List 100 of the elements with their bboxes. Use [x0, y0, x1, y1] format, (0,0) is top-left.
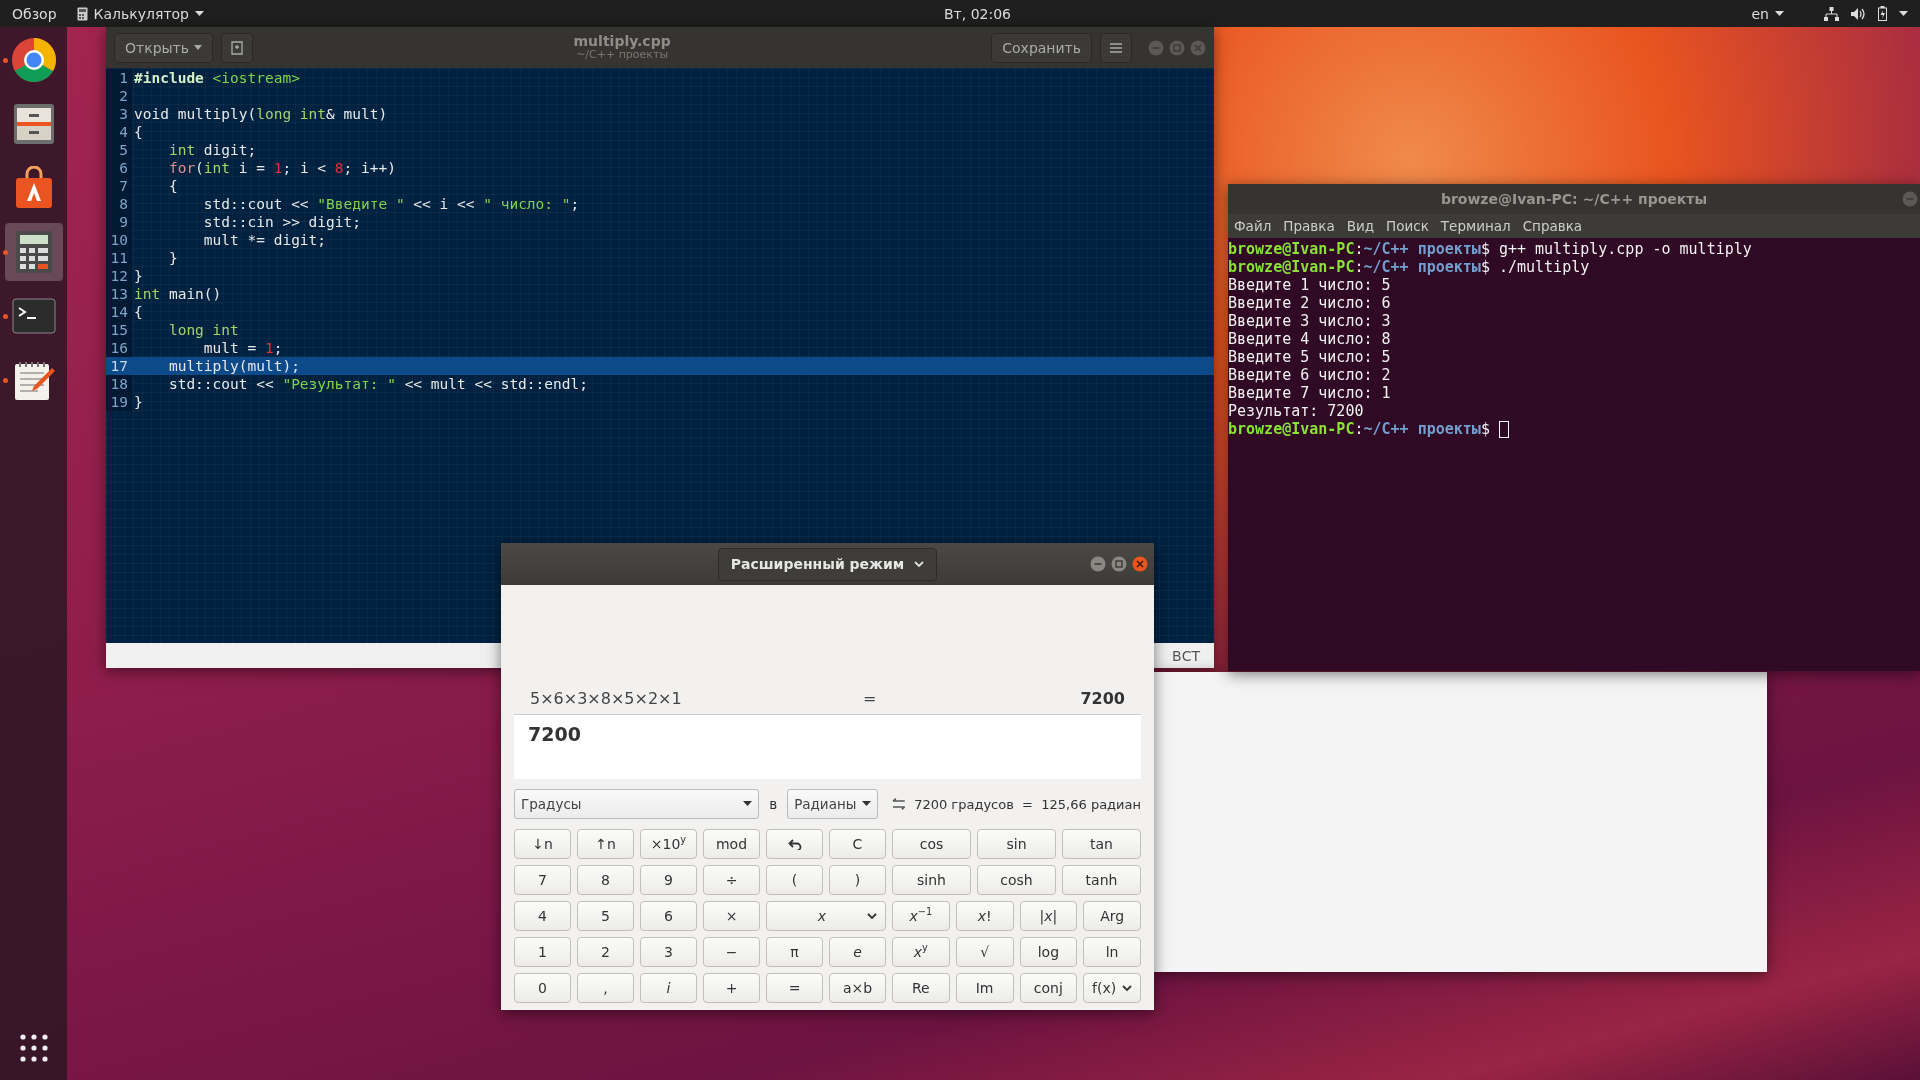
calc-key[interactable]: ÷: [703, 865, 760, 895]
menu-item[interactable]: Справка: [1522, 218, 1583, 234]
calc-key[interactable]: 8: [577, 865, 634, 895]
chevron-down-icon: [1122, 984, 1133, 992]
code-line: for(int i = 1; i < 8; i++): [167, 159, 396, 177]
dock-item[interactable]: [4, 223, 63, 281]
calc-key[interactable]: 6: [640, 901, 697, 931]
calc-key[interactable]: Im: [955, 973, 1014, 1003]
calc-key[interactable]: cos: [892, 829, 971, 859]
volume-icon[interactable]: [1851, 6, 1866, 21]
line-number: 11: [106, 249, 132, 267]
chevron-down-icon: [867, 912, 877, 920]
line-number: 14: [106, 303, 132, 321]
clock[interactable]: Вт, 02:06: [944, 5, 1011, 22]
equals-sign: =: [863, 688, 877, 708]
calc-key[interactable]: sinh: [892, 865, 971, 895]
calc-key[interactable]: ,: [577, 973, 634, 1003]
calc-key[interactable]: x$^{−1}$: [892, 901, 950, 931]
calc-key[interactable]: 2: [577, 937, 634, 967]
maximize-icon[interactable]: [1111, 556, 1127, 572]
calc-key[interactable]: cosh: [977, 865, 1056, 895]
menu-item[interactable]: Поиск: [1386, 218, 1429, 234]
line-number: 13: [106, 285, 132, 303]
menu-item[interactable]: Файл: [1234, 218, 1272, 234]
unit-dropdown[interactable]: Градусы: [514, 789, 760, 819]
terminal-line: Введите 4 число: 8: [1228, 330, 1391, 348]
calc-key[interactable]: =: [766, 973, 823, 1003]
calc-key[interactable]: x!: [955, 901, 1014, 931]
calc-key[interactable]: ↓n: [514, 829, 571, 859]
calc-key[interactable]: i: [640, 973, 697, 1003]
terminal-line: browze@Ivan-PC:~/C++ проекты$ g++ multiply.cpp -o multiply: [1228, 240, 1752, 258]
calc-key[interactable]: √: [955, 937, 1014, 967]
show-apps-icon[interactable]: [19, 1034, 48, 1062]
calc-menu-button[interactable]: f(x): [1083, 973, 1141, 1003]
calc-key[interactable]: a×b: [829, 973, 886, 1003]
calc-key[interactable]: log: [1019, 937, 1078, 967]
calc-key[interactable]: 7: [514, 865, 571, 895]
terminal-line: Введите 2 число: 6: [1228, 294, 1391, 312]
calc-key[interactable]: 5: [577, 901, 634, 931]
calc-key[interactable]: tanh: [1062, 865, 1141, 895]
unit-dropdown[interactable]: Радианы: [787, 789, 879, 819]
calc-key[interactable]: +: [703, 973, 760, 1003]
line-number: 1: [106, 69, 132, 87]
swap-icon[interactable]: [892, 798, 907, 810]
calc-key[interactable]: 0: [514, 973, 571, 1003]
line-number: 19: [106, 393, 132, 411]
code-line: mult *= digit;: [202, 231, 327, 249]
calc-key[interactable]: ↑n: [577, 829, 634, 859]
caret-icon: [1775, 10, 1784, 17]
history-expression[interactable]: 5×6×3×8×5×2×1: [530, 688, 682, 708]
minimize-icon[interactable]: [1090, 556, 1106, 572]
code-line: int digit;: [167, 141, 257, 159]
save-button[interactable]: Сохранить: [991, 32, 1092, 63]
caret-icon[interactable]: [1899, 10, 1908, 17]
battery-icon[interactable]: [1878, 6, 1887, 21]
history-result[interactable]: 7200: [1080, 688, 1125, 708]
calc-key[interactable]: Arg: [1083, 901, 1141, 931]
keyboard-layout-menu[interactable]: en: [1751, 5, 1784, 22]
calc-key[interactable]: −: [703, 937, 760, 967]
new-tab-button[interactable]: [221, 32, 253, 63]
calc-key[interactable]: ×10$^{y}$: [640, 829, 697, 859]
undo-button[interactable]: [766, 829, 823, 859]
terminal-line: Введите 7 число: 1: [1228, 384, 1391, 402]
calc-key[interactable]: 4: [514, 901, 571, 931]
calc-key[interactable]: ): [829, 865, 886, 895]
menu-item[interactable]: Терминал: [1440, 218, 1511, 234]
calc-key[interactable]: 3: [640, 937, 697, 967]
input-field[interactable]: 7200: [514, 715, 1141, 779]
calc-key[interactable]: ln: [1083, 937, 1141, 967]
menu-item[interactable]: Вид: [1346, 218, 1375, 234]
calc-key[interactable]: e: [829, 937, 886, 967]
calc-menu-button[interactable]: x: [766, 901, 886, 931]
calc-key[interactable]: 1: [514, 937, 571, 967]
menu-button[interactable]: [1100, 32, 1132, 63]
line-number: 3: [106, 105, 132, 123]
code-line: void multiply(long int& mult): [133, 105, 388, 123]
calc-key[interactable]: π: [766, 937, 823, 967]
app-menu[interactable]: Калькулятор: [76, 5, 204, 22]
calc-key[interactable]: Re: [892, 973, 950, 1003]
calc-key[interactable]: mod: [703, 829, 760, 859]
activities-button[interactable]: Обзор: [12, 5, 57, 22]
line-number: 4: [106, 123, 132, 141]
insert-mode-indicator: ВСТ: [1172, 647, 1200, 664]
calc-key[interactable]: C: [829, 829, 886, 859]
line-number: 8: [106, 195, 132, 213]
calc-key[interactable]: 9: [640, 865, 697, 895]
calc-key[interactable]: |x|: [1019, 901, 1078, 931]
menu-item[interactable]: Правка: [1283, 218, 1335, 234]
calc-key[interactable]: ×: [703, 901, 760, 931]
calc-key[interactable]: tan: [1062, 829, 1141, 859]
terminal-line: Введите 3 число: 3: [1228, 312, 1391, 330]
mode-menu[interactable]: Расширенный режим: [717, 547, 938, 581]
calc-key[interactable]: sin: [977, 829, 1056, 859]
calc-key[interactable]: x$^{y}$: [892, 937, 950, 967]
calc-key[interactable]: (: [766, 865, 823, 895]
close-icon[interactable]: [1132, 556, 1148, 572]
open-button[interactable]: Открыть: [114, 32, 213, 63]
calc-key[interactable]: conj: [1019, 973, 1078, 1003]
line-number: 12: [106, 267, 132, 285]
network-icon[interactable]: [1824, 6, 1839, 21]
